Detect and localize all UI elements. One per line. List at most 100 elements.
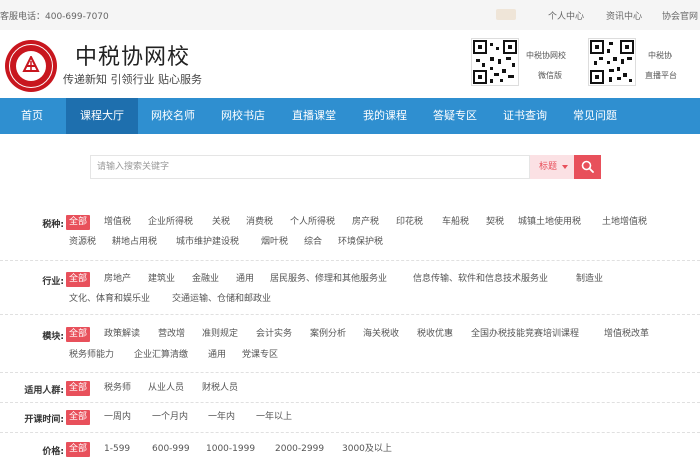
- qr-code-icon: [473, 40, 517, 84]
- service-phone: 客服电话：400-699-7070: [0, 12, 109, 22]
- filter-option[interactable]: 建筑业: [148, 272, 175, 287]
- filter-option-selected[interactable]: 全部: [66, 215, 91, 230]
- filter-option[interactable]: 耕地占用税: [112, 235, 157, 250]
- filter-option[interactable]: 从业人员: [148, 381, 184, 396]
- filter-option[interactable]: 一年以上: [256, 410, 292, 425]
- filter-option[interactable]: 企业所得税: [148, 215, 193, 230]
- filter-option[interactable]: 税收优惠: [417, 327, 453, 342]
- link-association-site[interactable]: 协会官网: [662, 9, 698, 22]
- filter-option[interactable]: 1000-1999: [206, 442, 255, 457]
- filter-label: 模块:: [42, 332, 64, 342]
- filter-option[interactable]: 一个月内: [152, 410, 188, 425]
- nav-live-class[interactable]: 直播课堂: [278, 98, 350, 134]
- filter-option[interactable]: 信息传输、软件和信息技术服务业: [413, 272, 548, 287]
- filter-option[interactable]: 个人所得税: [290, 215, 335, 230]
- filter-option[interactable]: 税务师能力: [69, 348, 114, 363]
- filter-option[interactable]: 增值税改革: [604, 327, 649, 342]
- filter-option-selected[interactable]: 全部: [66, 442, 91, 457]
- filter-option[interactable]: 城镇土地使用税: [518, 215, 581, 230]
- qr-label-line1: 中税协: [648, 51, 672, 60]
- filter-option[interactable]: 房产税: [352, 215, 379, 230]
- chevron-down-icon: [562, 165, 568, 169]
- search-button[interactable]: [574, 155, 601, 179]
- link-news-center[interactable]: 资讯中心: [606, 9, 642, 22]
- filter-option[interactable]: 全国办税技能竞赛培训课程: [471, 327, 579, 342]
- filter-option[interactable]: 2000-2999: [275, 442, 324, 457]
- qr-code-icon: [590, 40, 634, 84]
- filter-row-audience: 适用人群: 全部 税务师 从业人员 财税人员: [0, 373, 700, 403]
- filter-option[interactable]: 3000及以上: [342, 442, 392, 457]
- filter-option[interactable]: 案例分析: [310, 327, 346, 342]
- nav-faq[interactable]: 常见问题: [560, 98, 630, 134]
- filter-option[interactable]: 车船税: [442, 215, 469, 230]
- filter-row-price: 价格: 全部 1-599 600-999 1000-1999 2000-2999…: [0, 433, 700, 470]
- site-slogan: 传递新知 引领行业 贴心服务: [63, 73, 202, 86]
- filter-option-selected[interactable]: 全部: [66, 327, 91, 342]
- filter-option[interactable]: 党课专区: [242, 348, 278, 363]
- filter-label: 适用人群:: [24, 386, 64, 396]
- nav-qa-zone[interactable]: 答疑专区: [420, 98, 490, 134]
- nav-certificate-query[interactable]: 证书查询: [490, 98, 560, 134]
- filter-option-selected[interactable]: 全部: [66, 381, 91, 396]
- qr-label-line2: 直播平台: [645, 71, 677, 80]
- filter-option[interactable]: 印花税: [396, 215, 423, 230]
- filter-option[interactable]: 政策解读: [104, 327, 140, 342]
- site-header: 中税协网校 传递新知 引领行业 贴心服务 中税协网校 微信版 中税协 直播平台: [0, 30, 700, 98]
- main-nav: 首页 课程大厅 网校名师 网校书店 直播课堂 我的课程 答疑专区 证书查询 常见…: [0, 98, 700, 134]
- filter-option[interactable]: 海关税收: [363, 327, 399, 342]
- filter-option[interactable]: 企业汇算清缴: [134, 348, 188, 363]
- wechat-qr-code: [471, 38, 519, 86]
- filter-option[interactable]: 消费税: [246, 215, 273, 230]
- filter-option[interactable]: 居民服务、修理和其他服务业: [270, 272, 387, 287]
- filter-option-selected[interactable]: 全部: [66, 272, 91, 287]
- link-personal-center[interactable]: 个人中心: [548, 9, 584, 22]
- filter-option[interactable]: 土地增值税: [602, 215, 647, 230]
- nav-my-courses[interactable]: 我的课程: [350, 98, 420, 134]
- filter-option[interactable]: 财税人员: [202, 381, 238, 396]
- filter-row-tax-type: 税种: 全部 增值税 企业所得税 关税 消费税 个人所得税 房产税 印花税 车船…: [0, 205, 700, 261]
- filter-option[interactable]: 资源税: [69, 235, 96, 250]
- site-logo[interactable]: [5, 40, 57, 92]
- filter-row-module: 模块: 全部 政策解读 营改增 准则规定 会计实务 案例分析 海关税收 税收优惠…: [0, 315, 700, 373]
- nav-course-hall[interactable]: 课程大厅: [66, 98, 138, 134]
- blurred-region: [496, 9, 516, 20]
- search-type-dropdown[interactable]: 标题: [530, 155, 574, 179]
- nav-home[interactable]: 首页: [0, 98, 64, 134]
- search-input[interactable]: [91, 156, 529, 178]
- qr-label-line1: 中税协网校: [526, 51, 566, 60]
- live-platform-qr-code: [588, 38, 636, 86]
- filter-option-selected[interactable]: 全部: [66, 410, 91, 425]
- filter-option[interactable]: 会计实务: [256, 327, 292, 342]
- filter-option[interactable]: 关税: [212, 215, 230, 230]
- filter-option[interactable]: 一周内: [104, 410, 131, 425]
- qr-label-line2: 微信版: [538, 71, 562, 80]
- filter-option[interactable]: 房地产: [104, 272, 131, 287]
- nav-famous-teachers[interactable]: 网校名师: [138, 98, 208, 134]
- filter-option[interactable]: 制造业: [576, 272, 603, 287]
- filter-option[interactable]: 税务师: [104, 381, 131, 396]
- filter-option[interactable]: 烟叶税: [261, 235, 288, 250]
- filter-option[interactable]: 600-999: [152, 442, 190, 457]
- filter-option[interactable]: 文化、体育和娱乐业: [69, 292, 150, 307]
- filter-option[interactable]: 营改增: [158, 327, 185, 342]
- filter-option[interactable]: 城市维护建设税: [176, 235, 239, 250]
- filter-option[interactable]: 契税: [486, 215, 504, 230]
- filter-label: 税种:: [42, 220, 64, 230]
- filter-option[interactable]: 准则规定: [202, 327, 238, 342]
- logo-emblem-icon: [22, 56, 40, 72]
- filter-option[interactable]: 一年内: [208, 410, 235, 425]
- filter-option[interactable]: 环境保护税: [338, 235, 383, 250]
- filter-option[interactable]: 交通运输、仓储和邮政业: [172, 292, 271, 307]
- filter-option[interactable]: 通用: [236, 272, 254, 287]
- search-box: [90, 155, 530, 179]
- top-utility-bar: 客服电话：400-699-7070 个人中心 资讯中心 协会官网: [0, 0, 700, 30]
- filter-option[interactable]: 通用: [208, 348, 226, 363]
- nav-bookstore[interactable]: 网校书店: [208, 98, 278, 134]
- filter-option[interactable]: 金融业: [192, 272, 219, 287]
- filter-panel: 税种: 全部 增值税 企业所得税 关税 消费税 个人所得税 房产税 印花税 车船…: [0, 205, 700, 470]
- filter-option[interactable]: 1-599: [104, 442, 130, 457]
- filter-option[interactable]: 增值税: [104, 215, 131, 230]
- filter-label: 行业:: [42, 277, 64, 287]
- site-title: 中税协网校: [75, 45, 191, 70]
- filter-option[interactable]: 综合: [304, 235, 322, 250]
